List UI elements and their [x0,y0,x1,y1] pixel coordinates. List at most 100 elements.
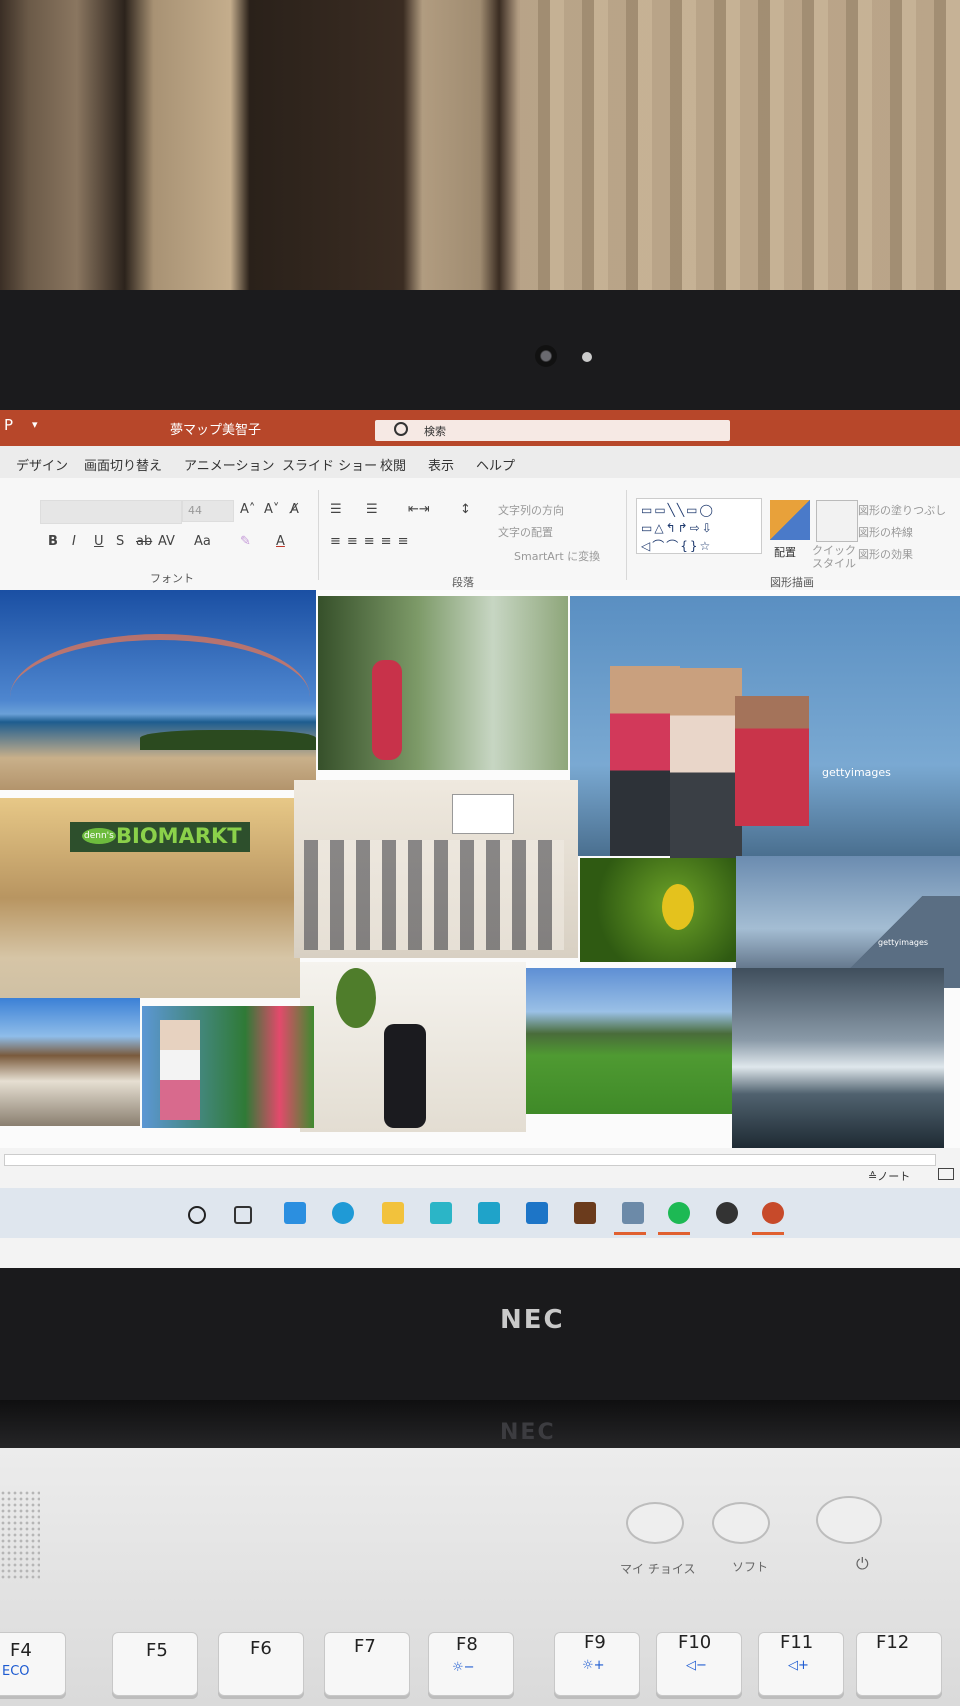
tab-animations[interactable]: アニメーション [184,455,274,474]
bird [662,884,694,930]
horizontal-scrollbar[interactable] [4,1154,936,1166]
search-icon[interactable] [188,1206,206,1224]
speaker-grille [0,1490,40,1580]
app-icon-5[interactable] [716,1202,738,1224]
seminar-room-photo [294,780,578,958]
curtain [520,0,960,300]
char-spacing-button[interactable]: AV [158,534,175,549]
shapes-gallery[interactable]: ▭▭╲╲▭◯ ▭△↰↱⇨⇩ ◁⌒⌒{}☆ [636,498,762,554]
tab-transitions[interactable]: 画面切り替え [84,455,162,474]
font-name-input[interactable] [40,500,182,524]
spotify-icon[interactable] [668,1202,690,1224]
rainbow-beach-photo [0,590,316,790]
key-f4-label: F4 [10,1640,32,1661]
text-direction-button[interactable]: 文字列の方向 [498,502,564,518]
powerpoint-app-icon[interactable]: P [4,416,13,434]
tab-review[interactable]: 校閲 [380,455,406,474]
power-icon: ⏻ [856,1554,869,1573]
photos-icon[interactable] [284,1202,306,1224]
bullets-icon[interactable]: ☰ [330,502,342,517]
font-color-button[interactable]: A [276,534,285,549]
bold-button[interactable]: B [48,534,58,549]
audience [304,840,564,950]
tab-design[interactable]: デザイン [16,455,68,474]
underline-button[interactable]: U [94,534,104,549]
divider [626,490,627,580]
arrange-icon[interactable] [770,500,810,540]
alpine-village-photo [526,968,732,1114]
tab-view[interactable]: 表示 [428,455,454,474]
app-icon-4[interactable] [622,1202,644,1224]
plant [336,968,376,1028]
normal-view-icon[interactable] [938,1168,954,1180]
mail-icon[interactable] [526,1202,548,1224]
person-red-jacket [372,660,402,760]
brand-reflection: NEC [500,1420,556,1445]
quick-style-label[interactable]: クイック スタイル [812,544,856,570]
tab-slideshow[interactable]: スライド ショー [282,455,377,474]
store-badge: denn's [82,828,116,844]
camera-led [582,352,592,362]
font-size-input[interactable]: 44 [182,500,234,522]
quick-access-dropdown-icon[interactable]: ▾ [32,418,38,431]
indent-icon[interactable]: ⇤⇥ [408,502,430,517]
ribbon-tabs: デザイン 画面切り替え アニメーション スライド ショー 校閲 表示 ヘルプ [0,446,960,478]
key-f6-label: F6 [250,1638,272,1659]
my-choice-button[interactable] [626,1502,684,1544]
woman-in-forest-photo [318,596,568,770]
yellow-bird-photo [580,858,736,962]
shape-outline-button[interactable]: 図形の枠線 [858,524,913,540]
biomarkt-store-photo: denn's BIOMARKT [0,798,300,998]
shape-fill-button[interactable]: 図形の塗りつぶし [858,502,946,518]
search-placeholder: 検索 [424,425,446,438]
key-f9-label: F9 [584,1632,606,1653]
smartart-button[interactable]: SmartArt に変換 [514,548,600,564]
arrange-label[interactable]: 配置 [774,544,796,560]
powerpoint-icon[interactable] [762,1202,784,1224]
shape-effects-button[interactable]: 図形の効果 [858,546,913,562]
taskbar [0,1188,960,1238]
edge-icon[interactable] [332,1202,354,1224]
file-explorer-icon[interactable] [382,1202,404,1224]
hinge [0,1400,960,1450]
laptop-screen: P ▾ 夢マップ美智子 検索 デザイン 画面切り替え アニメーション スライド … [0,410,960,1270]
tree-line [140,730,316,750]
volume-up-icon: ◁+ [788,1658,809,1673]
document-title[interactable]: 夢マップ美智子 [170,419,261,438]
tab-help[interactable]: ヘルプ [476,455,515,474]
key-f12-label: F12 [876,1632,910,1653]
active-indicator [614,1232,646,1235]
group-label-font: フォント [150,572,194,585]
person [670,668,742,858]
app-icon[interactable] [430,1202,452,1224]
strikethrough-button[interactable]: ab [136,534,152,549]
change-case-button[interactable]: Aa [194,534,211,549]
key-f4-sub: ECO [2,1664,30,1679]
highlight-icon[interactable]: ✎ [240,534,251,549]
line-spacing-icon[interactable]: ↕ [460,502,471,517]
shadow-button[interactable]: S [116,534,124,549]
quick-style-icon[interactable] [816,500,858,542]
key-f11-label: F11 [780,1632,814,1653]
search-icon [394,422,408,436]
slide-canvas[interactable]: gettyimages denn's BIOMARKT gettyimages [0,590,960,1150]
grow-font-button[interactable]: A˄ [240,502,255,517]
soft-button[interactable] [712,1502,770,1544]
numbering-icon[interactable]: ☰ [366,502,378,517]
app-icon-3[interactable] [574,1202,596,1224]
task-view-icon[interactable] [234,1206,252,1224]
shrink-font-button[interactable]: A˅ [264,502,279,517]
status-bar: ≙ノート [0,1148,960,1188]
align-text-button[interactable]: 文字の配置 [498,524,553,540]
notes-button[interactable]: ≙ノート [868,1168,910,1184]
my-choice-label: マイ チョイス [620,1562,696,1576]
watermark-text: gettyimages [822,766,891,779]
app-icon-2[interactable] [478,1202,500,1224]
italic-button[interactable]: I [72,534,76,549]
clear-format-icon[interactable]: A̸ [290,502,299,517]
three-women-selfie-photo: gettyimages [570,596,960,858]
power-button[interactable] [816,1496,882,1544]
alignment-icons[interactable]: ≡≡≡≡≡ [330,534,414,549]
group-label-drawing: 図形描画 [770,576,814,589]
woman-speaking-photo [300,962,526,1132]
